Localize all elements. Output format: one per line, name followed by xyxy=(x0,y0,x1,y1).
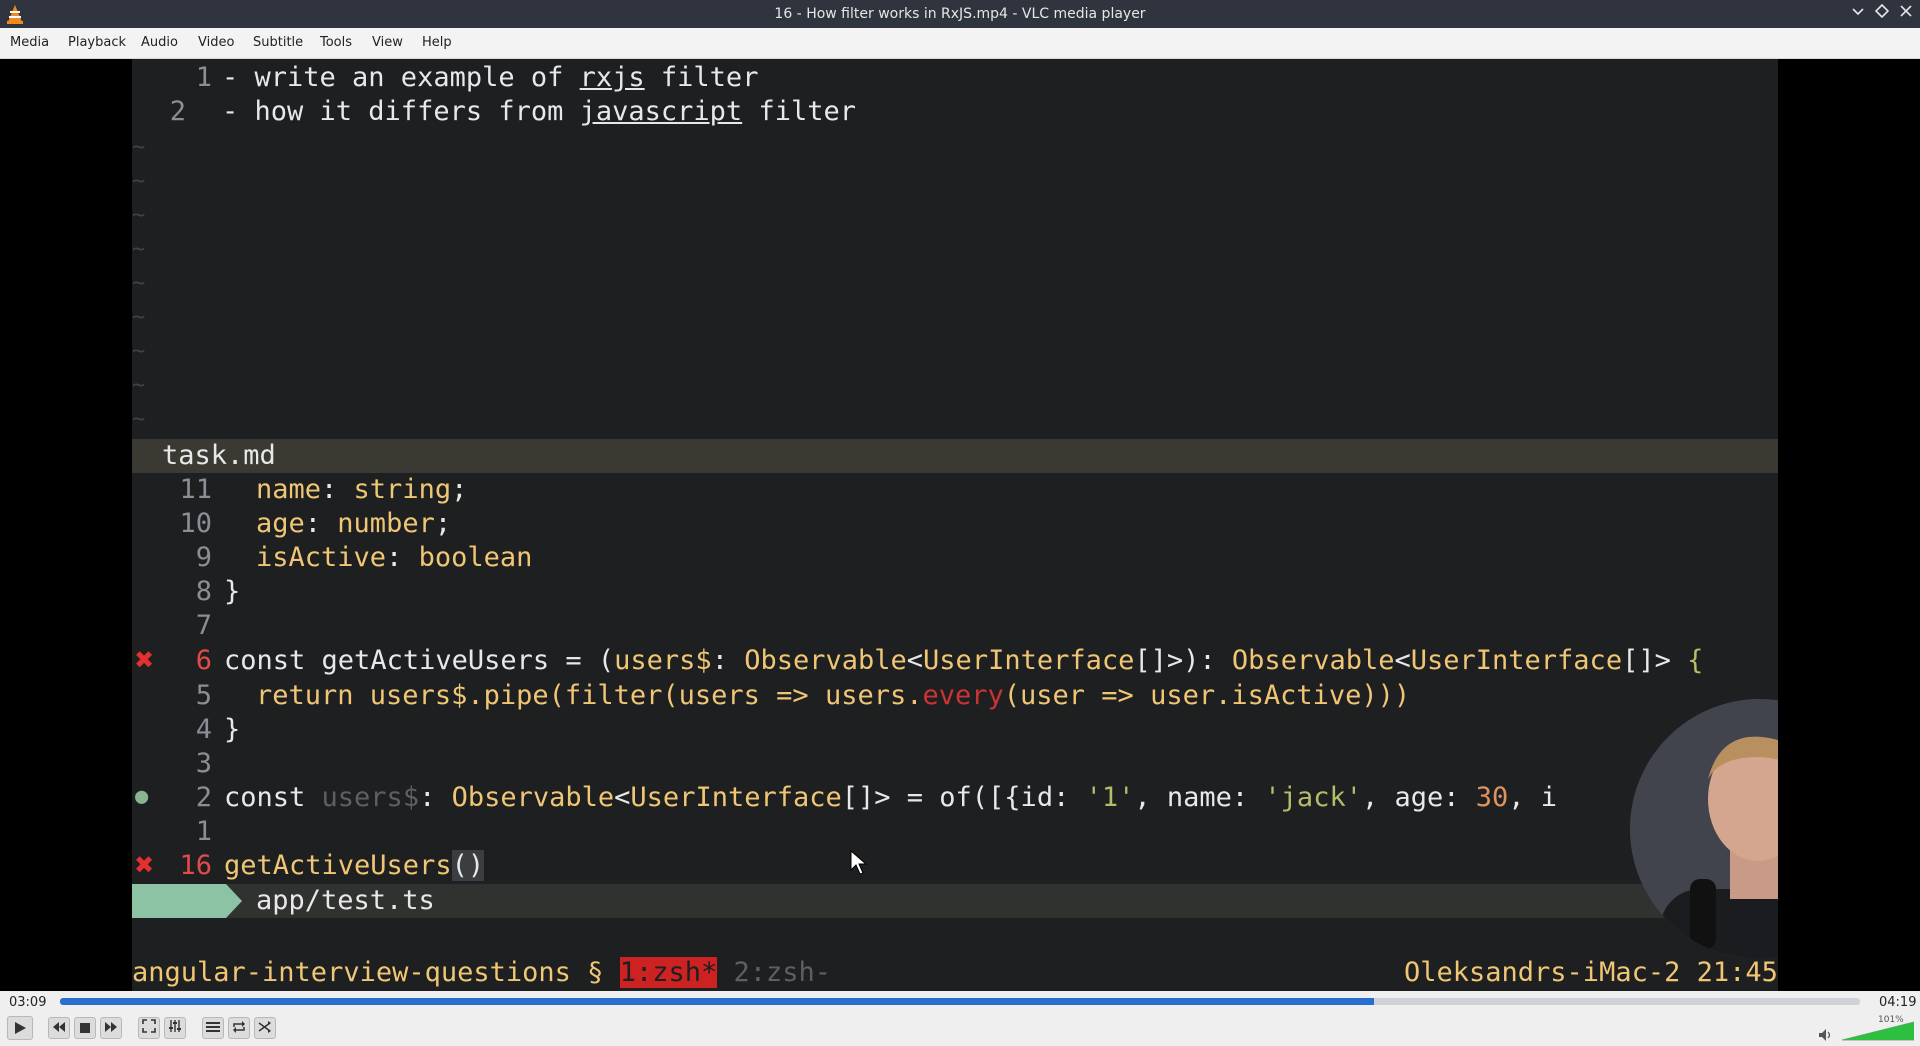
elapsed-time: 03:09 xyxy=(9,995,47,1010)
playback-controls: 03:09 04:19 101% xyxy=(0,991,1920,1042)
fullscreen-button[interactable] xyxy=(138,1017,160,1039)
volume-ramp xyxy=(1841,1021,1915,1041)
menu-tools[interactable]: Tools xyxy=(320,28,352,58)
code-line: return users$.pipe(filter(users => users… xyxy=(256,680,1411,711)
video-area[interactable]: 1 - write an example of rxjs filter 2 - … xyxy=(0,59,1920,991)
window-title: 16 - How filter works in RxJS.mp4 - VLC … xyxy=(774,6,1146,22)
menu-bar: Media Playback Audio Video Subtitle Tool… xyxy=(0,28,1920,59)
line-number: 8 xyxy=(195,576,212,607)
empty-line-marker: ~ xyxy=(132,169,146,194)
shuffle-icon xyxy=(258,1021,271,1033)
filename-label: app/test.ts xyxy=(256,885,435,916)
line-number: 7 xyxy=(195,610,212,641)
cursor: () xyxy=(451,850,485,881)
window-tab: 2:zsh- xyxy=(717,957,832,988)
extended-settings-button[interactable] xyxy=(164,1017,186,1039)
pane-status-bar: task.md xyxy=(132,439,1778,473)
menu-help[interactable]: Help xyxy=(422,28,452,58)
menu-media[interactable]: Media xyxy=(10,28,49,58)
play-icon xyxy=(15,1022,26,1034)
pane-status-bar: app/test.ts t] xyxy=(132,884,1778,918)
empty-line-marker: ~ xyxy=(132,203,146,228)
loop-icon xyxy=(233,1021,245,1033)
skip-back-icon xyxy=(53,1022,65,1032)
volume-slider[interactable] xyxy=(1841,1021,1915,1041)
playlist-icon xyxy=(206,1022,220,1032)
empty-line-marker: ~ xyxy=(132,339,146,364)
terminal-frame: 1 - write an example of rxjs filter 2 - … xyxy=(132,59,1778,991)
menu-subtitle[interactable]: Subtitle xyxy=(253,28,303,58)
code-line: const getActiveUsers = (users$: Observab… xyxy=(224,645,1704,676)
line-number: 5 xyxy=(195,680,212,711)
speaker-button[interactable] xyxy=(1818,1027,1834,1041)
empty-line-marker: ~ xyxy=(132,135,146,160)
empty-line-marker: ~ xyxy=(132,373,146,398)
line-number: 11 xyxy=(179,474,212,505)
previous-button[interactable] xyxy=(48,1017,70,1039)
diamond-icon xyxy=(1874,3,1890,19)
code-line: const users$: Observable<UserInterface[]… xyxy=(224,782,1558,813)
stop-button[interactable] xyxy=(74,1017,96,1039)
presenter-video-frame xyxy=(1630,699,1778,959)
line-number: 1 xyxy=(195,62,212,93)
menu-view[interactable]: View xyxy=(372,28,403,58)
fullscreen-icon xyxy=(142,1019,156,1033)
code-line: age: number; xyxy=(256,508,452,539)
minimize-button[interactable] xyxy=(1848,4,1868,24)
chevron-down-icon xyxy=(1852,8,1864,16)
close-icon xyxy=(1900,5,1912,17)
seek-bar[interactable] xyxy=(60,998,1860,1005)
menu-video[interactable]: Video xyxy=(198,28,234,58)
active-window-tab: 1:zsh* xyxy=(619,957,718,988)
error-marker-icon: ✖ xyxy=(134,646,155,674)
filename-label: task.md xyxy=(162,440,276,471)
loop-button[interactable] xyxy=(228,1017,250,1039)
line-number: 2 xyxy=(169,96,186,127)
mouse-pointer-icon xyxy=(850,850,868,875)
code-line: name: string; xyxy=(256,474,468,505)
line-number: 1 xyxy=(195,816,212,847)
playlist-button[interactable] xyxy=(202,1017,224,1039)
code-line: } xyxy=(224,714,241,745)
markdown-line: - write an example of rxjs filter xyxy=(222,62,759,93)
presenter-webcam: udemy xyxy=(1630,699,1778,959)
markdown-line: - how it differs from javascript filter xyxy=(222,96,856,127)
mode-indicator-icon xyxy=(132,884,242,918)
empty-line-marker: ~ xyxy=(132,237,146,262)
code-line: } xyxy=(224,576,241,607)
total-time: 04:19 xyxy=(1879,995,1917,1010)
maximize-button[interactable] xyxy=(1872,3,1892,24)
line-number: 10 xyxy=(179,508,212,539)
close-button[interactable] xyxy=(1896,4,1916,24)
title-bar: 16 - How filter works in RxJS.mp4 - VLC … xyxy=(0,0,1920,28)
code-line: isActive: boolean xyxy=(256,542,533,573)
line-number: 3 xyxy=(195,748,212,779)
menu-playback[interactable]: Playback xyxy=(68,28,126,58)
error-marker-icon: ✖ xyxy=(134,851,155,879)
stop-icon xyxy=(80,1023,90,1033)
equalizer-icon xyxy=(169,1020,181,1032)
menu-audio[interactable]: Audio xyxy=(141,28,178,58)
line-number: 9 xyxy=(195,542,212,573)
line-number: 4 xyxy=(195,714,212,745)
skip-forward-icon xyxy=(105,1022,117,1032)
shuffle-button[interactable] xyxy=(254,1017,276,1039)
empty-line-marker: ~ xyxy=(132,305,146,330)
seek-progress xyxy=(60,998,1374,1005)
tmux-status-right: Oleksandrs-iMac-2 21:45 xyxy=(1404,955,1778,991)
play-button[interactable] xyxy=(7,1016,33,1040)
empty-line-marker: ~ xyxy=(132,271,146,296)
next-button[interactable] xyxy=(100,1017,122,1039)
info-marker-icon: ● xyxy=(135,784,149,809)
code-line: getActiveUsers() xyxy=(224,850,485,881)
speaker-icon xyxy=(1819,1029,1831,1041)
empty-line-marker: ~ xyxy=(132,407,146,432)
